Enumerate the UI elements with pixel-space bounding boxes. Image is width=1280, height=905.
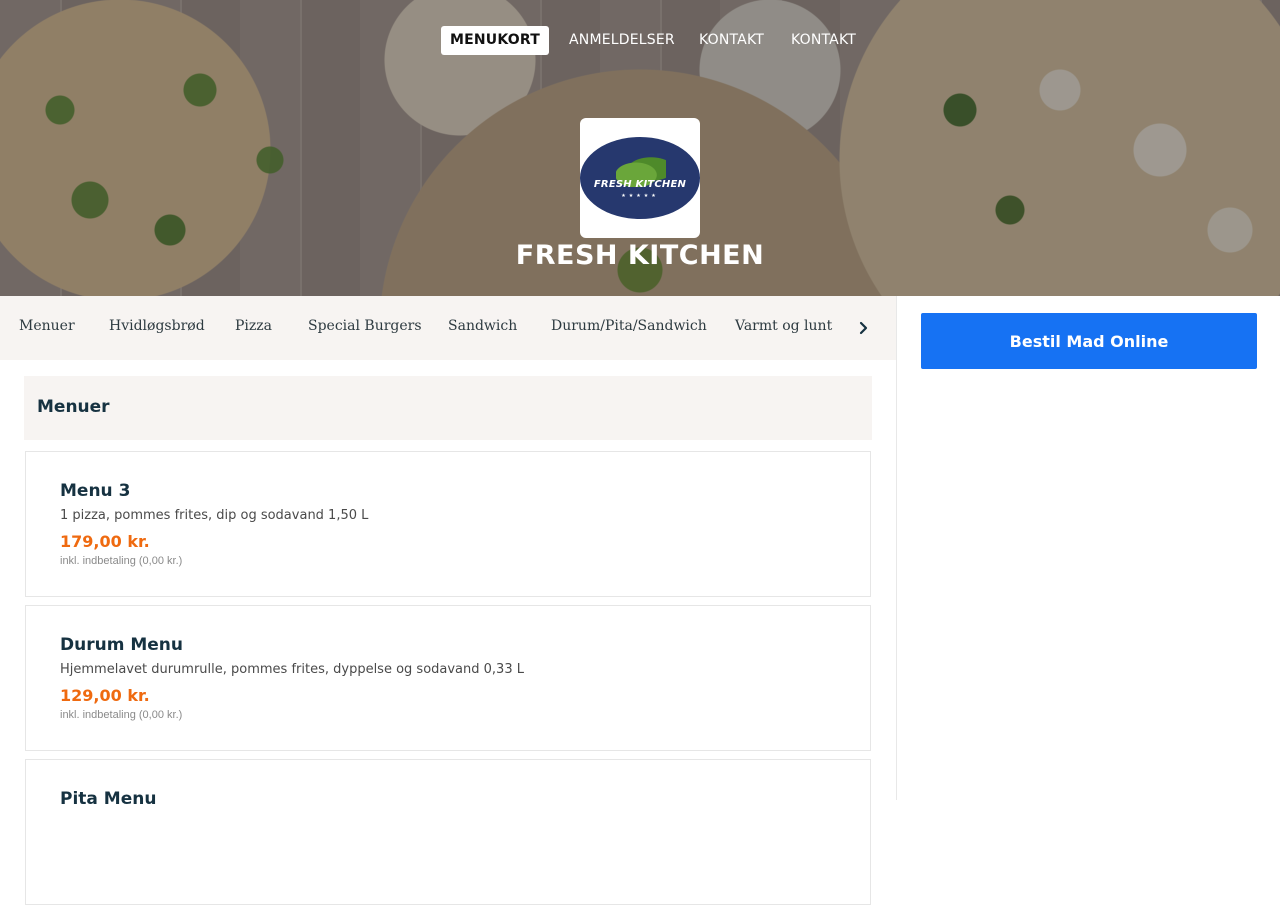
logo-badge: FRESH KITCHEN ★★★★★ (580, 137, 700, 219)
nav-kontakt[interactable]: KONTAKT (699, 26, 764, 55)
category-special-burgers[interactable]: Special Burgers (308, 318, 422, 334)
restaurant-logo: FRESH KITCHEN ★★★★★ (580, 118, 700, 238)
order-sidebar: Bestil Mad Online (896, 296, 1280, 800)
menu-item-name: Pita Menu (60, 789, 157, 809)
menu-item-deposit-note: inkl. indbetaling (0,00 kr.) (60, 709, 183, 721)
category-durum-pita-sandwich[interactable]: Durum/Pita/Sandwich (551, 318, 707, 334)
logo-stars: ★★★★★ (621, 193, 659, 199)
logo-text: FRESH KITCHEN (593, 179, 687, 190)
category-bar: Menuer Hvidløgsbrød Pizza Special Burger… (0, 296, 896, 360)
menu-item-card[interactable]: Pita Menu (25, 759, 871, 905)
chevron-right-icon[interactable] (856, 316, 872, 340)
menu-item-description: 1 pizza, pommes frites, dip og sodavand … (60, 508, 369, 523)
menu-item-name: Durum Menu (60, 635, 183, 655)
order-online-button[interactable]: Bestil Mad Online (921, 313, 1257, 369)
menu-item-description: Hjemmelavet durumrulle, pommes frites, d… (60, 662, 524, 677)
nav-anmeldelser[interactable]: ANMELDELSER (569, 26, 675, 55)
category-sandwich[interactable]: Sandwich (448, 318, 517, 334)
top-navigation: MENUKORT ANMELDELSER KONTAKT KONTAKT (0, 26, 1280, 55)
category-hvidlogsbrod[interactable]: Hvidløgsbrød (109, 318, 205, 334)
section-header: Menuer (24, 376, 872, 440)
menu-item-price: 179,00 kr. (60, 532, 150, 551)
category-menuer[interactable]: Menuer (19, 318, 75, 334)
category-pizza[interactable]: Pizza (235, 318, 272, 334)
nav-kontakt-2[interactable]: KONTAKT (791, 26, 856, 55)
menu-item-price: 129,00 kr. (60, 686, 150, 705)
menu-item-deposit-note: inkl. indbetaling (0,00 kr.) (60, 555, 183, 567)
restaurant-name: FRESH KITCHEN (515, 240, 765, 271)
menu-item-card[interactable]: Menu 3 1 pizza, pommes frites, dip og so… (25, 451, 871, 597)
category-varmt-og-lunt[interactable]: Varmt og lunt (735, 318, 832, 334)
menu-item-name: Menu 3 (60, 481, 131, 501)
section-title: Menuer (37, 397, 110, 417)
menu-main: Menuer Menu 3 1 pizza, pommes frites, di… (0, 360, 896, 905)
menu-item-card[interactable]: Durum Menu Hjemmelavet durumrulle, pomme… (25, 605, 871, 751)
nav-menukort[interactable]: MENUKORT (441, 26, 550, 55)
